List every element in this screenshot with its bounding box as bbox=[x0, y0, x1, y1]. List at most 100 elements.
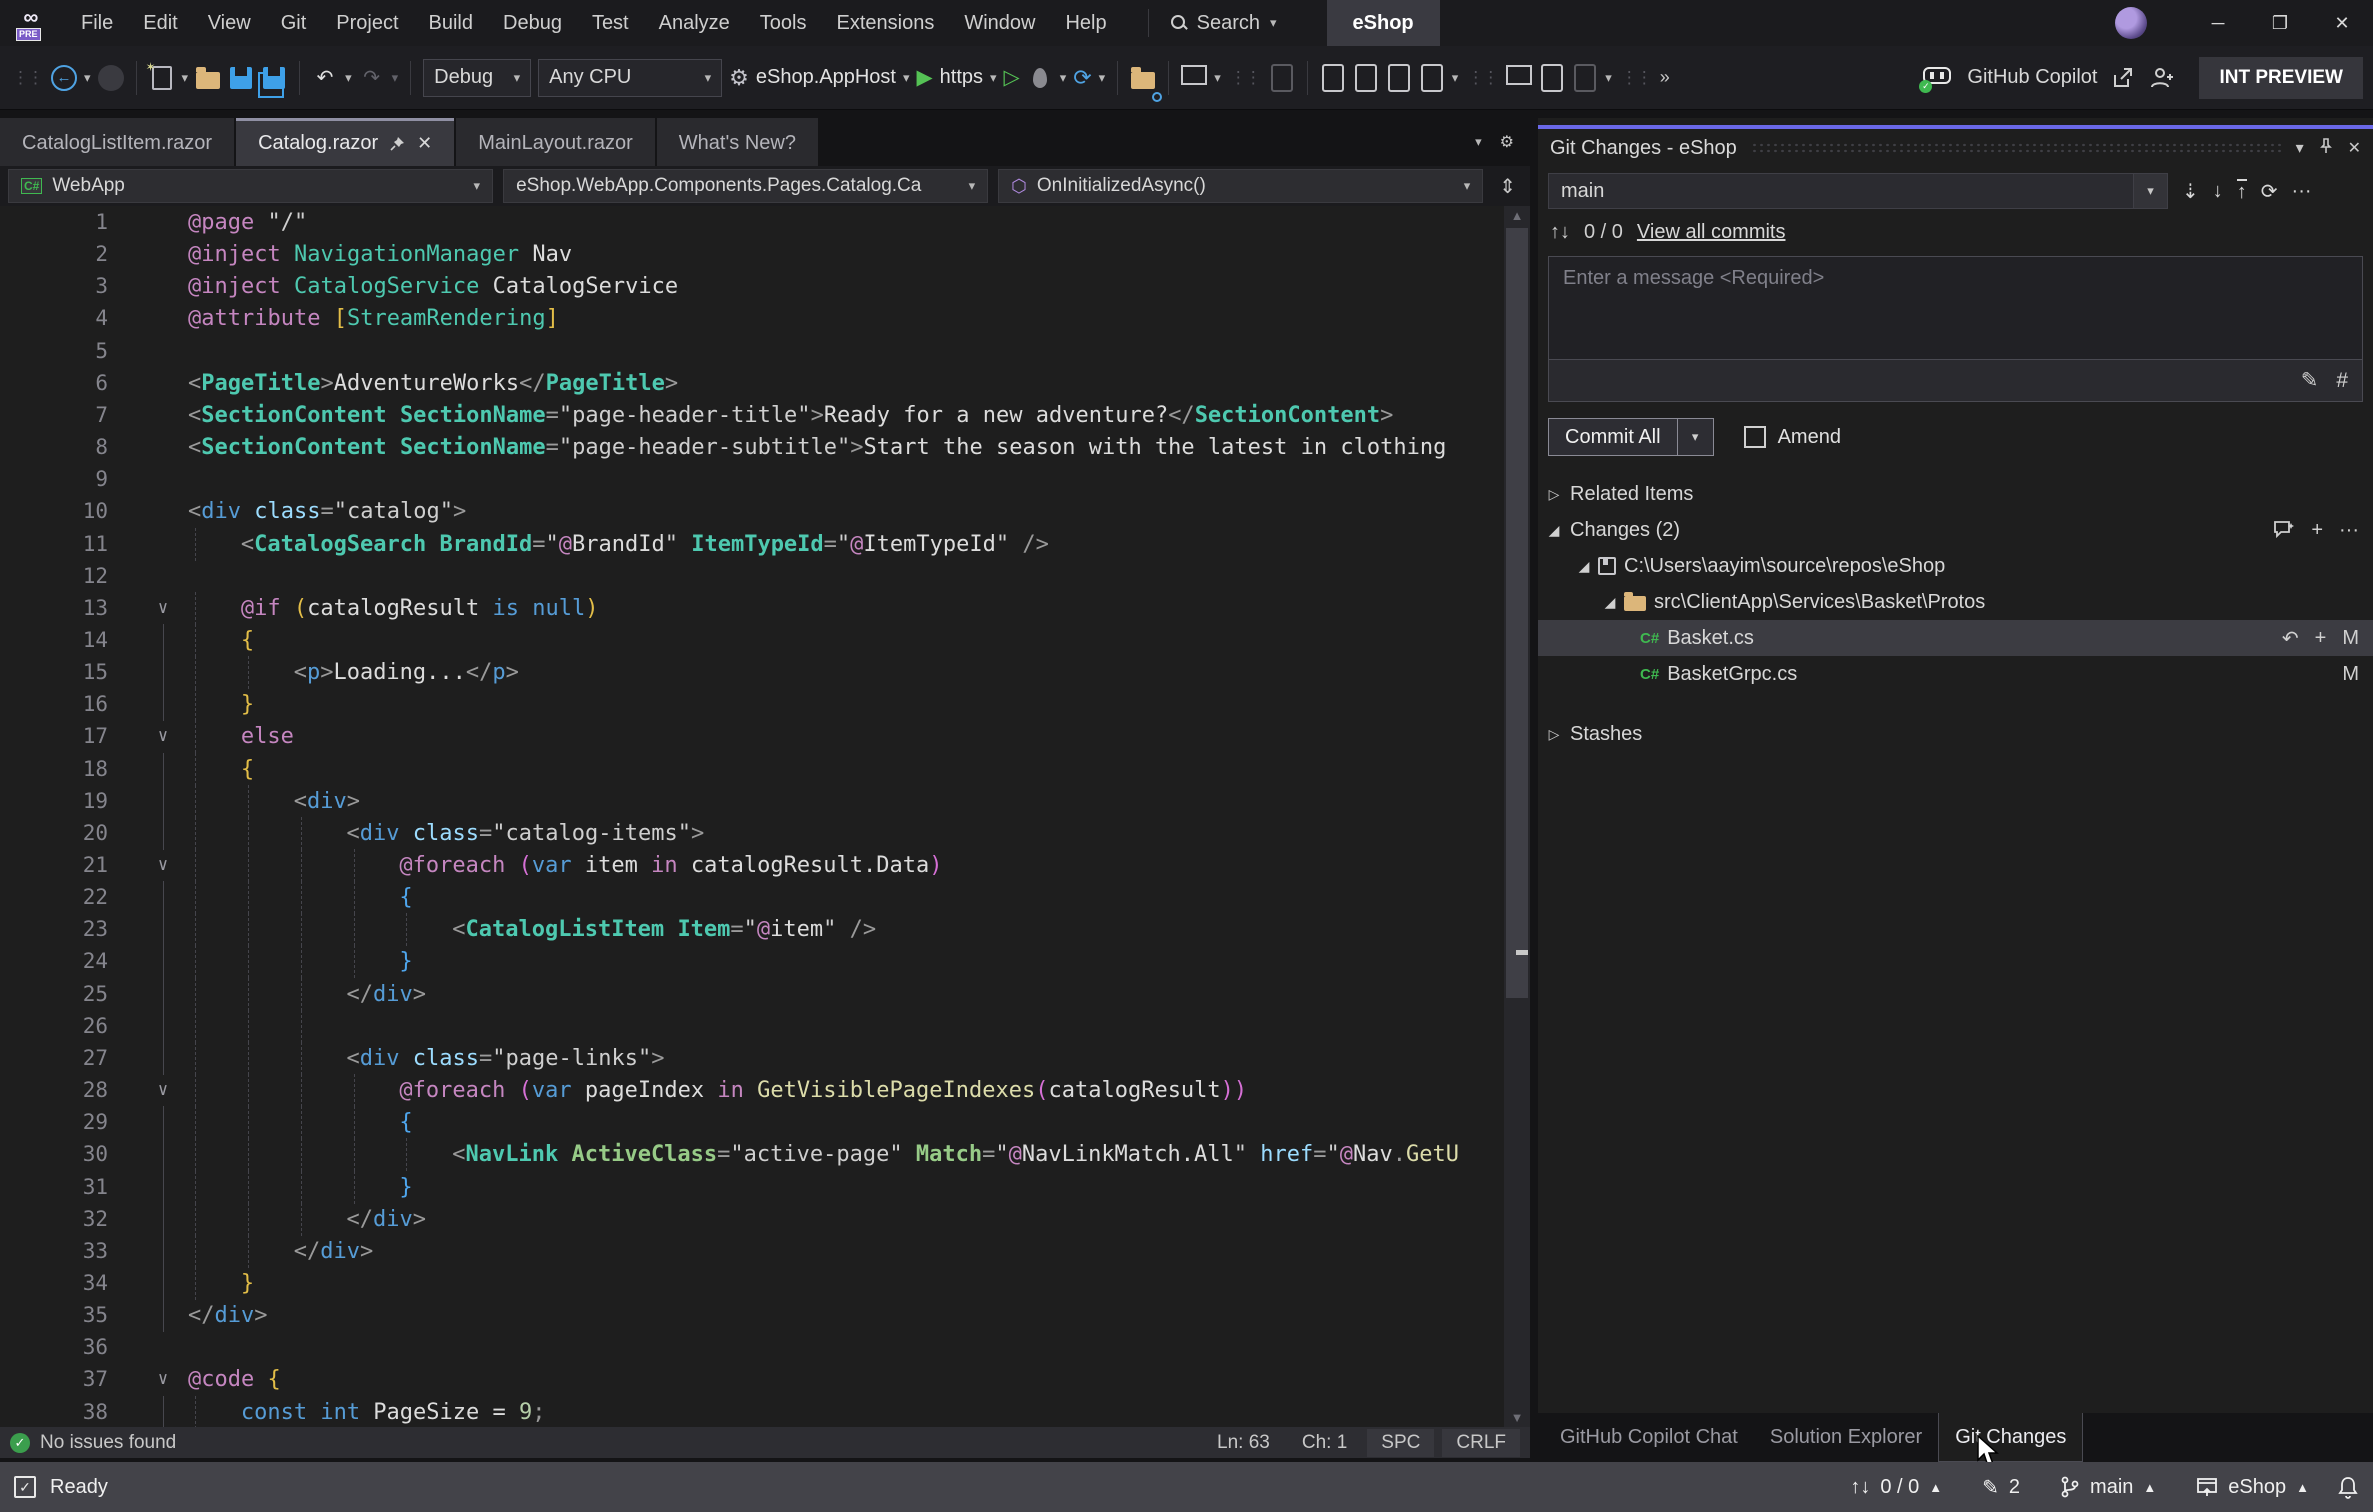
tab-list-dropdown[interactable]: ▾ bbox=[1475, 134, 1482, 150]
tool-tab-copilot-chat[interactable]: GitHub Copilot Chat bbox=[1544, 1413, 1754, 1462]
code-content[interactable]: 1@page "/"2@inject NavigationManager Nav… bbox=[0, 206, 1530, 1427]
pull-button[interactable]: ↓ bbox=[2213, 180, 2223, 203]
fetch-button[interactable]: ⇣ bbox=[2182, 179, 2199, 204]
tab-mainlayout-razor[interactable]: MainLayout.razor bbox=[456, 118, 655, 166]
type-dropdown[interactable]: eShop.WebApp.Components.Pages.Catalog.Ca… bbox=[503, 169, 988, 203]
code-line-19[interactable]: 19<div> bbox=[0, 785, 1502, 818]
code-line-27[interactable]: 27<div class="page-links"> bbox=[0, 1042, 1502, 1075]
redo-button[interactable]: ↷ bbox=[359, 58, 385, 98]
tree-item-repo-path[interactable]: ◢ C:\Users\aayim\source\repos\eShop bbox=[1538, 548, 2373, 584]
menu-debug[interactable]: Debug bbox=[488, 0, 577, 46]
avatar[interactable] bbox=[2115, 7, 2147, 39]
device-list-button[interactable] bbox=[1539, 58, 1565, 98]
split-window-icon[interactable]: ⇕ bbox=[1493, 169, 1522, 203]
code-line-2[interactable]: 2@inject NavigationManager Nav bbox=[0, 238, 1502, 271]
solution-configuration-select[interactable]: Debug▾ bbox=[423, 59, 531, 97]
code-line-16[interactable]: 16} bbox=[0, 688, 1502, 721]
pin-panel-icon[interactable] bbox=[2318, 138, 2334, 159]
start-without-debugging-button[interactable]: ▷ bbox=[1004, 65, 1020, 90]
close-panel-icon[interactable]: ✕ bbox=[2348, 138, 2361, 158]
code-line-31[interactable]: 31} bbox=[0, 1171, 1502, 1204]
undo-button[interactable]: ↶ bbox=[312, 58, 338, 98]
code-line-9[interactable]: 9 bbox=[0, 463, 1502, 496]
menu-file[interactable]: File bbox=[66, 0, 128, 46]
stage-file-icon[interactable]: + bbox=[2315, 627, 2327, 650]
scroll-down-arrow-icon[interactable]: ▼ bbox=[1504, 1410, 1530, 1425]
search-control[interactable]: Search ▾ bbox=[1148, 9, 1299, 37]
profiler-dropdown[interactable]: ▾ bbox=[1605, 70, 1612, 86]
notifications-bell-icon[interactable] bbox=[2337, 1475, 2359, 1499]
ai-generate-message-icon[interactable]: ✎ bbox=[2301, 368, 2319, 393]
toolbar-grip[interactable]: ⋮⋮ bbox=[1228, 68, 1262, 88]
restore-button[interactable]: ❐ bbox=[2249, 0, 2311, 46]
code-line-20[interactable]: 20<div class="catalog-items"> bbox=[0, 817, 1502, 850]
tree-item-changes[interactable]: ◢ Changes (2) + ··· bbox=[1538, 512, 2373, 548]
vertical-scrollbar[interactable]: ▲ ▼ bbox=[1504, 206, 1530, 1427]
share-icon[interactable] bbox=[2111, 66, 2135, 90]
tree-item-stashes[interactable]: ▷ Stashes bbox=[1538, 716, 2373, 752]
amend-checkbox[interactable]: Amend bbox=[1744, 426, 1841, 449]
tab-whats-new[interactable]: What's New? bbox=[657, 118, 818, 166]
pending-changes-button[interactable]: ✎ 2 bbox=[1970, 1475, 2032, 1500]
int-preview-badge[interactable]: INT PREVIEW bbox=[2199, 57, 2363, 99]
commit-options-dropdown[interactable]: ▾ bbox=[1677, 419, 1713, 455]
code-line-3[interactable]: 3@inject CatalogService CatalogService bbox=[0, 270, 1502, 303]
editor-options-gear-icon[interactable]: ⚙ bbox=[1500, 132, 1514, 152]
close-button[interactable]: ✕ bbox=[2311, 0, 2373, 46]
issue-number-icon[interactable]: # bbox=[2336, 369, 2348, 393]
fold-chevron-icon[interactable]: ∨ bbox=[150, 1363, 176, 1396]
chevron-expanded-icon[interactable]: ◢ bbox=[1602, 594, 1618, 611]
panel-drag-texture[interactable] bbox=[1751, 142, 2282, 154]
code-line-28[interactable]: 28∨@foreach (var pageIndex in GetVisible… bbox=[0, 1074, 1502, 1107]
restart-app-button[interactable]: ⟳ bbox=[1073, 65, 1091, 91]
restart-dropdown[interactable]: ▾ bbox=[1099, 70, 1106, 86]
scrollbar-thumb[interactable] bbox=[1506, 228, 1528, 998]
startup-project-dropdown[interactable]: ▾ bbox=[903, 70, 910, 86]
tool-tab-git-changes[interactable]: Git Changes bbox=[1938, 1413, 2083, 1462]
line-ending-indicator[interactable]: CRLF bbox=[1442, 1429, 1520, 1457]
code-line-11[interactable]: 11<CatalogSearch BrandId="@BrandId" Item… bbox=[0, 528, 1502, 561]
code-line-14[interactable]: 14{ bbox=[0, 624, 1502, 657]
start-debugging-button[interactable]: ▶ bbox=[917, 65, 933, 90]
browser-dropdown[interactable]: ▾ bbox=[1214, 70, 1221, 86]
open-file-button[interactable] bbox=[195, 58, 221, 98]
save-button[interactable] bbox=[228, 58, 254, 98]
chevron-expanded-icon[interactable]: ◢ bbox=[1546, 522, 1562, 539]
code-line-17[interactable]: 17∨else bbox=[0, 720, 1502, 753]
tree-item-basketgrpc-cs[interactable]: C# BasketGrpc.cs M bbox=[1538, 656, 2373, 692]
hot-reload-button[interactable] bbox=[1027, 58, 1053, 98]
find-in-files-button[interactable] bbox=[1130, 58, 1156, 98]
code-line-21[interactable]: 21∨@foreach (var item in catalogResult.D… bbox=[0, 849, 1502, 882]
scroll-up-arrow-icon[interactable]: ▲ bbox=[1504, 208, 1530, 223]
device-monitor-button[interactable] bbox=[1506, 58, 1532, 98]
toolbar-grip[interactable]: ⋮⋮ bbox=[1465, 68, 1499, 88]
code-line-10[interactable]: 10<div class="catalog"> bbox=[0, 495, 1502, 528]
code-line-30[interactable]: 30<NavLink ActiveClass="active-page" Mat… bbox=[0, 1138, 1502, 1171]
code-line-18[interactable]: 18{ bbox=[0, 753, 1502, 786]
code-editor[interactable]: 1@page "/"2@inject NavigationManager Nav… bbox=[0, 206, 1530, 1427]
live-share-person-icon[interactable] bbox=[2149, 66, 2175, 90]
line-indicator[interactable]: Ln: 63 bbox=[1205, 1429, 1282, 1457]
code-line-36[interactable]: 36 bbox=[0, 1331, 1502, 1364]
menu-window[interactable]: Window bbox=[949, 0, 1050, 46]
code-line-5[interactable]: 5 bbox=[0, 335, 1502, 368]
pin-tab-icon[interactable] bbox=[390, 136, 405, 151]
code-line-26[interactable]: 26 bbox=[0, 1010, 1502, 1043]
device-run-button[interactable] bbox=[1320, 58, 1346, 98]
menu-extensions[interactable]: Extensions bbox=[821, 0, 949, 46]
toolbar-grip[interactable]: ⋮⋮ bbox=[10, 68, 44, 88]
code-line-23[interactable]: 23<CatalogListItem Item="@item" /> bbox=[0, 913, 1502, 946]
menu-project[interactable]: Project bbox=[321, 0, 413, 46]
code-line-34[interactable]: 34} bbox=[0, 1267, 1502, 1300]
panel-options-dropdown[interactable]: ▾ bbox=[2296, 138, 2304, 158]
commit-all-button[interactable]: Commit All ▾ bbox=[1548, 418, 1714, 456]
code-line-35[interactable]: 35</div> bbox=[0, 1299, 1502, 1332]
menu-build[interactable]: Build bbox=[414, 0, 488, 46]
menu-view[interactable]: View bbox=[193, 0, 266, 46]
menu-edit[interactable]: Edit bbox=[128, 0, 192, 46]
code-line-29[interactable]: 29{ bbox=[0, 1106, 1502, 1139]
new-project-button[interactable] bbox=[149, 58, 175, 98]
stage-all-icon[interactable]: + bbox=[2311, 519, 2323, 542]
menu-git[interactable]: Git bbox=[266, 0, 322, 46]
launch-profile-dropdown[interactable]: ▾ bbox=[990, 70, 997, 86]
